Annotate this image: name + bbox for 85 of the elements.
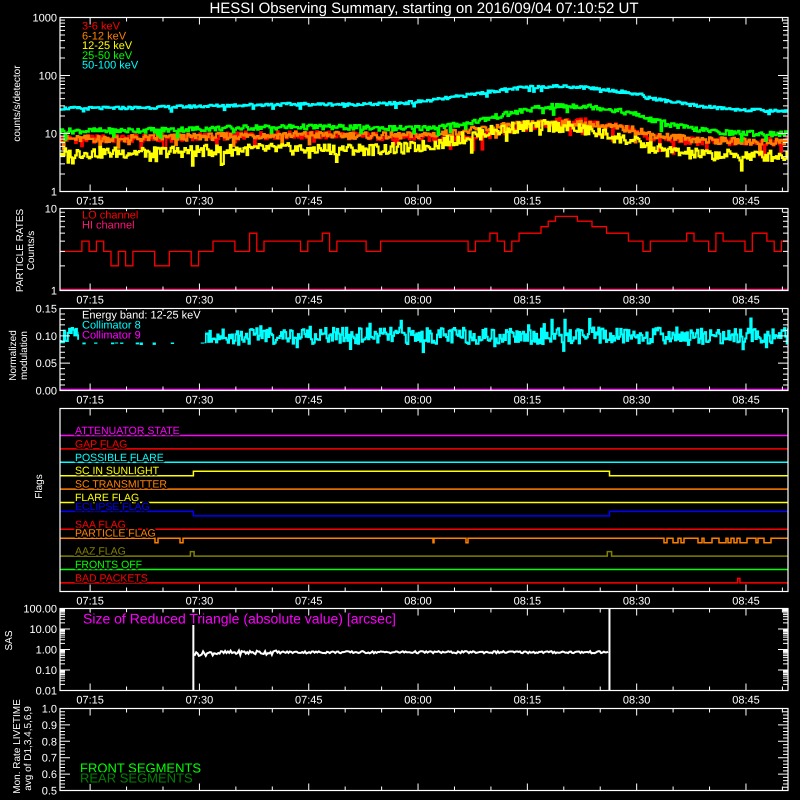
tick-label: 0.5 — [42, 786, 57, 798]
tick-label: 07:15 — [76, 196, 104, 208]
legend-label: 12-25 keV — [82, 40, 132, 52]
flag-label: SC TRANSMITTER — [75, 478, 167, 491]
flag-label: BAD PACKETS — [75, 572, 148, 584]
tick-label: 08:00 — [404, 596, 432, 608]
axis-title: Mon. Rate LIVETIME — [12, 699, 23, 794]
tick-label: 0.01 — [36, 686, 57, 698]
tick-label: 08:30 — [622, 294, 650, 306]
legend-label: 50-100 keV — [82, 60, 138, 72]
tick-label: 08:00 — [404, 196, 432, 208]
tick-label: 0.00 — [36, 386, 57, 398]
tick-label: 1000 — [32, 12, 57, 24]
flag-label: PARTICLE FLAG — [75, 528, 156, 540]
legend-label: Energy band: 12-25 keV — [82, 310, 201, 322]
legend-label: 6-12 keV — [82, 30, 126, 42]
tick-label: 08:15 — [514, 394, 542, 406]
tick-label: 08:00 — [404, 394, 432, 406]
tick-label: 07:45 — [294, 596, 322, 608]
tick-label: 07:45 — [294, 694, 322, 706]
legend-label: LO channel — [82, 210, 138, 222]
tick-label: 10 — [44, 128, 57, 140]
tick-label: 07:45 — [294, 294, 322, 306]
tick-label: 07:15 — [76, 294, 104, 306]
legend-label: 3-6 keV — [82, 20, 120, 32]
tick-label: 1 — [50, 286, 57, 298]
flag-label: ATTENUATOR STATE — [75, 425, 180, 437]
tick-label: 08:45 — [732, 394, 760, 406]
tick-label: 07:30 — [186, 294, 214, 306]
tick-label: 07:30 — [186, 596, 214, 608]
tick-label: 08:00 — [404, 294, 432, 306]
tick-label: 0.7 — [42, 752, 57, 765]
tick-label: 08:00 — [404, 694, 432, 706]
tick-label: 07:30 — [186, 694, 214, 706]
tick-label: 10.00 — [29, 624, 57, 636]
tick-label: 100.00 — [23, 604, 57, 616]
tick-label: 0.05 — [36, 358, 57, 370]
tick-label: 0.10 — [36, 665, 57, 677]
tick-label: 08:15 — [514, 294, 542, 306]
tick-label: 08:45 — [732, 196, 760, 208]
flag-label: SC IN SUNLIGHT — [75, 465, 160, 478]
tick-label: 0.6 — [42, 769, 57, 782]
tick-label: 100 — [38, 70, 57, 82]
tick-label: 07:30 — [186, 196, 214, 208]
tick-label: 07:15 — [76, 394, 104, 406]
legend-label: Collimator 8 — [82, 320, 141, 332]
tick-label: 07:45 — [294, 394, 322, 406]
tick-label: 08:45 — [732, 294, 760, 306]
flag-label: GAP FLAG — [75, 438, 128, 450]
tick-label: 07:45 — [294, 196, 322, 208]
tick-label: 08:15 — [514, 596, 542, 608]
tick-label: 0.8 — [42, 736, 57, 748]
axis-title: Normalized — [8, 330, 19, 381]
legend-label: Collimator 9 — [82, 330, 141, 342]
axis-title: counts/s/detector — [12, 65, 23, 142]
tick-label: 08:45 — [732, 596, 760, 608]
tick-label: 08:30 — [622, 394, 650, 406]
tick-label: 0.10 — [36, 330, 57, 343]
tick-label: 1.0 — [42, 704, 57, 716]
tick-label: 08:15 — [514, 196, 542, 208]
legend-label: HI channel — [82, 220, 135, 232]
tick-label: 08:45 — [732, 694, 760, 706]
tick-label: 1.00 — [36, 644, 57, 656]
axis-title: PARTICLE RATES — [15, 208, 26, 292]
flag-label: FRONTS OFF — [75, 559, 142, 571]
flag-label: AAZ FLAG — [75, 546, 126, 558]
tick-label: 0.9 — [42, 720, 57, 732]
tick-label: 10 — [44, 204, 57, 216]
tick-label: 1 — [50, 186, 57, 198]
axis-title: Flags — [34, 474, 45, 499]
tick-label: 08:30 — [622, 596, 650, 608]
legend-label: 25-50 keV — [82, 50, 132, 62]
tick-label: 08:15 — [514, 694, 542, 706]
tick-label: 08:30 — [622, 196, 650, 208]
tick-label: 08:30 — [622, 694, 650, 706]
chart-title: HESSI Observing Summary, starting on 2016/09/04 07:10:52 UT — [208, 0, 640, 17]
axis-title: modulation — [19, 331, 30, 380]
axis-title: Counts/s — [26, 230, 37, 270]
tick-label: 07:15 — [76, 596, 104, 608]
tick-label: 07:30 — [186, 394, 214, 406]
axis-title: avg of D1,3,4,5,6,9 — [23, 706, 34, 791]
tick-label: 07:15 — [76, 694, 104, 706]
flag-label: POSSIBLE FLARE — [75, 452, 164, 464]
axis-title: SAS — [4, 630, 15, 650]
tick-label: 0.15 — [36, 304, 57, 316]
